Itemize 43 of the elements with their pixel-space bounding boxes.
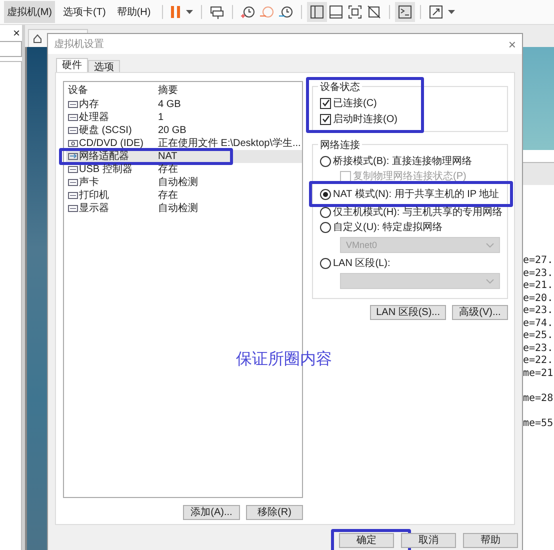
console-line: e=20. bbox=[523, 292, 554, 305]
column-header: 设备 bbox=[67, 84, 89, 97]
console-line: e=23. bbox=[523, 268, 554, 280]
device-summary: 20 GB bbox=[158, 124, 188, 137]
device-summary: 4 GB bbox=[158, 98, 182, 111]
device-name: USB 控制器 bbox=[79, 163, 132, 176]
console-line: e=23. bbox=[523, 342, 554, 355]
option-label: 仅主机模式(H): 与主机共享的专用网络 bbox=[333, 206, 502, 219]
dialog-title: 虚拟机设置 bbox=[54, 38, 104, 51]
device-summary: 自动检测 bbox=[158, 176, 199, 189]
option-label: 复制物理网络连接状态(P) bbox=[353, 170, 466, 183]
device-name: 处理器 bbox=[79, 111, 109, 124]
device-summary: 正在使用文件 E:\Desktop\学生... bbox=[158, 137, 302, 150]
console-line: e=25. bbox=[523, 330, 554, 342]
device-name: 网络适配器 bbox=[79, 150, 129, 163]
device-summary: 自动检测 bbox=[158, 202, 199, 215]
device-summary: 存在 bbox=[158, 163, 178, 176]
device-name: 打印机 bbox=[79, 189, 109, 202]
option-label: 自定义(U): 特定虚拟网络 bbox=[333, 220, 442, 234]
option-label: 已连接(C) bbox=[333, 96, 377, 110]
console-line: e=23. bbox=[523, 305, 554, 318]
device-name: 显示器 bbox=[79, 202, 109, 215]
console-line: me=21 bbox=[523, 368, 554, 380]
device-name: 内存 bbox=[79, 98, 99, 111]
device-name: 硬盘 (SCSI) bbox=[79, 124, 132, 137]
device-name: 声卡 bbox=[79, 176, 99, 189]
console-line: me=55 bbox=[523, 418, 554, 430]
annotation-text: 保证所圈内容 bbox=[236, 350, 332, 370]
option-label: NAT 模式(N): 用于共享主机的 IP 地址 bbox=[333, 188, 500, 201]
option-label: LAN 区段(L): bbox=[333, 257, 390, 270]
device-summary: 存在 bbox=[158, 189, 178, 202]
console-line: e=74. bbox=[523, 318, 554, 330]
group-title: 网络连接 bbox=[318, 138, 362, 152]
console-line: e=27. bbox=[523, 255, 554, 268]
device-summary: 1 bbox=[158, 111, 165, 124]
console-line: e=22. bbox=[523, 355, 554, 368]
column-header: 摘要 bbox=[158, 84, 179, 97]
option-label: 启动时连接(O) bbox=[333, 112, 398, 126]
console-line: me=28 bbox=[523, 392, 554, 405]
console-line: e=21. bbox=[523, 280, 554, 292]
device-summary: NAT bbox=[158, 150, 178, 163]
device-name: CD/DVD (IDE) bbox=[79, 137, 144, 150]
option-label: 桥接模式(B): 直接连接物理网络 bbox=[333, 154, 472, 168]
